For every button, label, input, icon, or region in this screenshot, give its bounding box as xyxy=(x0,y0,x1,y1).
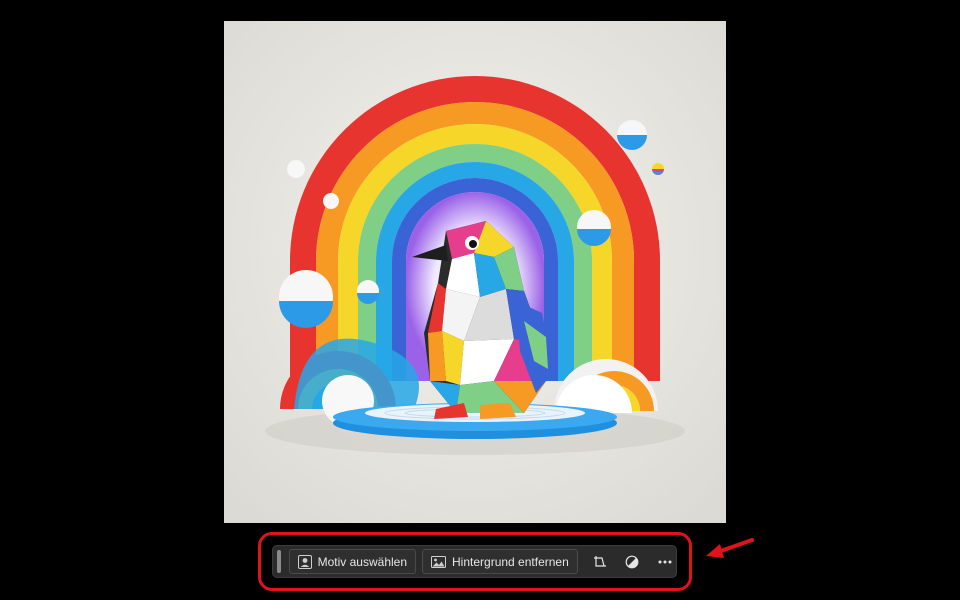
adjustment-button[interactable] xyxy=(622,550,644,574)
remove-background-label: Hintergrund entfernen xyxy=(452,554,569,569)
more-options-button[interactable] xyxy=(654,550,676,574)
person-icon xyxy=(297,554,312,569)
crop-button[interactable] xyxy=(589,550,611,574)
remove-background-button[interactable]: Hintergrund entfernen xyxy=(422,549,578,574)
select-subject-button[interactable]: Motiv auswählen xyxy=(288,549,417,574)
arrow-icon xyxy=(706,538,754,558)
canvas-image xyxy=(224,21,726,523)
drag-handle[interactable] xyxy=(277,550,281,573)
contrast-icon xyxy=(625,555,639,568)
select-subject-label: Motiv auswählen xyxy=(317,554,408,569)
image-icon xyxy=(431,555,447,568)
crop-icon xyxy=(593,555,606,567)
more-horizontal-icon xyxy=(658,560,672,563)
contextual-task-bar: Motiv auswählen Hintergrund entfernen xyxy=(272,545,677,578)
